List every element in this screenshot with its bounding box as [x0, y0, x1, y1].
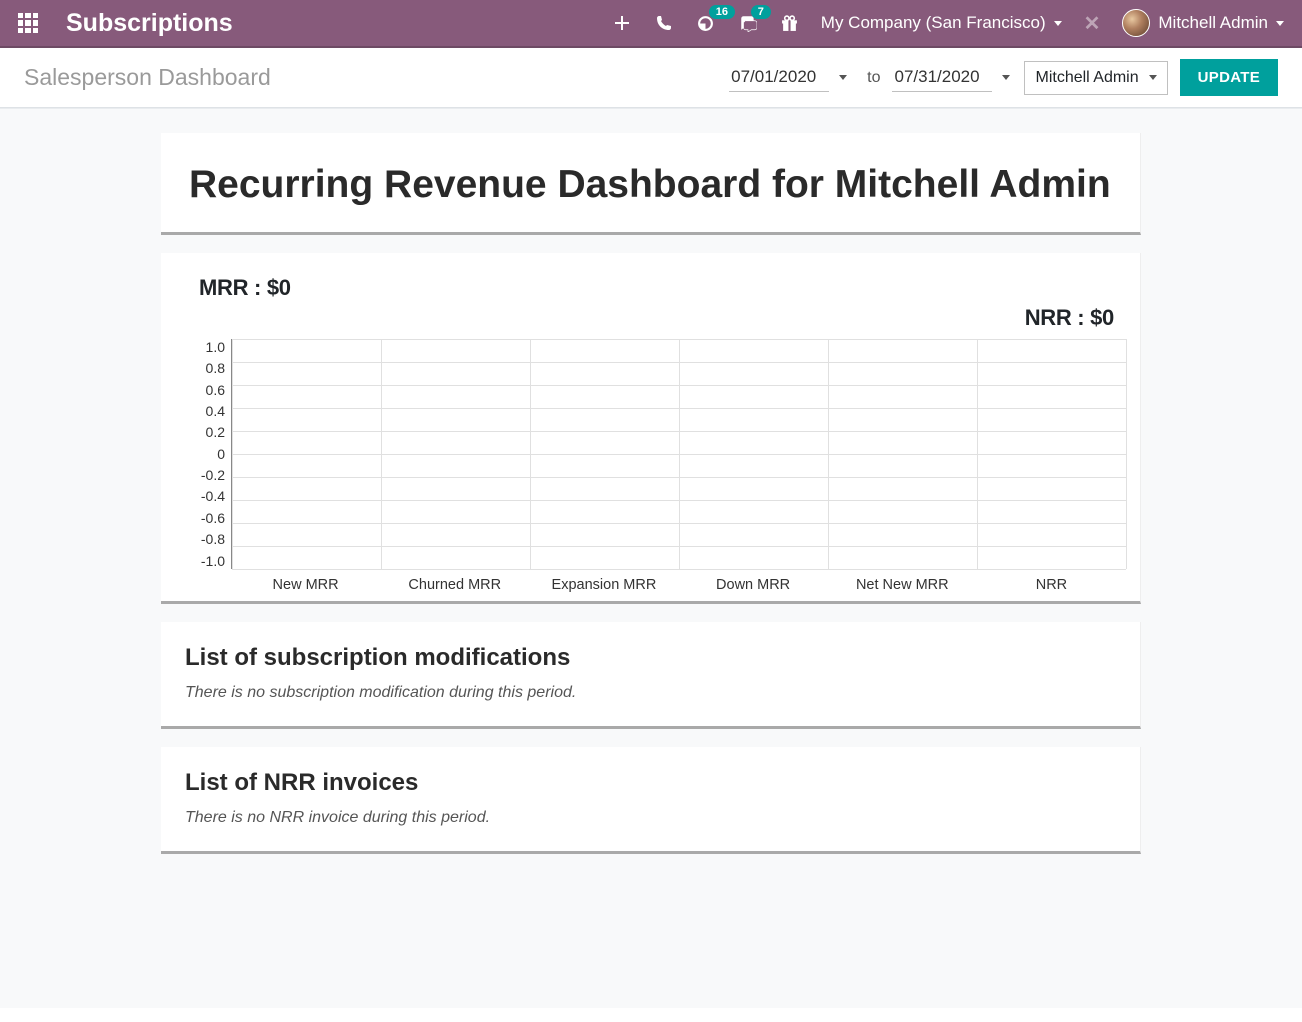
mods-empty-message: There is no subscription modification du…	[185, 684, 1116, 702]
y-tick: 0	[217, 446, 225, 462]
y-tick: 0.4	[206, 403, 225, 419]
update-button[interactable]: UPDATE	[1180, 59, 1278, 96]
breadcrumb: Salesperson Dashboard	[24, 64, 271, 91]
subscription-mods-section: List of subscription modifications There…	[161, 622, 1141, 729]
chevron-down-icon	[1054, 21, 1062, 26]
salesperson-value: Mitchell Admin	[1035, 69, 1138, 87]
salesperson-dropdown[interactable]: Mitchell Admin	[1024, 61, 1167, 95]
company-name: My Company (San Francisco)	[821, 13, 1046, 33]
date-to-input[interactable]	[892, 63, 992, 92]
x-tick: Expansion MRR	[529, 569, 678, 593]
x-tick: New MRR	[231, 569, 380, 593]
to-label: to	[867, 69, 880, 87]
new-icon[interactable]	[601, 0, 643, 47]
user-menu[interactable]: Mitchell Admin	[1112, 9, 1294, 37]
company-selector[interactable]: My Company (San Francisco)	[811, 13, 1072, 33]
x-tick: NRR	[977, 569, 1126, 593]
nrr-invoices-section: List of NRR invoices There is no NRR inv…	[161, 747, 1141, 854]
top-navbar: Subscriptions 16 7 My Company (San Franc…	[0, 0, 1302, 48]
nrr-empty-message: There is no NRR invoice during this peri…	[185, 809, 1116, 827]
chart-y-axis: 1.0 0.8 0.6 0.4 0.2 0 -0.2 -0.4 -0.6 -0.8 -1.0	[175, 339, 231, 569]
nrr-summary: NRR : $0	[175, 305, 1114, 331]
gift-icon[interactable]	[769, 0, 811, 47]
debug-toggle-icon[interactable]: ✕	[1072, 11, 1113, 36]
chevron-down-icon	[1149, 75, 1157, 80]
avatar	[1122, 9, 1150, 37]
y-tick: -0.4	[201, 488, 225, 504]
control-bar: Salesperson Dashboard to Mitchell Admin …	[0, 48, 1302, 108]
mrr-summary: MRR : $0	[199, 275, 1126, 301]
y-tick: 1.0	[206, 339, 225, 355]
y-tick: -1.0	[201, 553, 225, 569]
x-tick: Churned MRR	[380, 569, 529, 593]
main-content: Recurring Revenue Dashboard for Mitchell…	[0, 108, 1302, 1008]
phone-icon[interactable]	[643, 0, 685, 47]
y-tick: 0.8	[206, 360, 225, 376]
chart: 1.0 0.8 0.6 0.4 0.2 0 -0.2 -0.4 -0.6 -0.8 -1.0	[175, 339, 1126, 569]
chevron-down-icon[interactable]	[1002, 75, 1010, 80]
y-tick: 0.2	[206, 424, 225, 440]
y-tick: -0.2	[201, 467, 225, 483]
apps-menu-icon[interactable]	[8, 0, 48, 47]
nrr-title: List of NRR invoices	[185, 769, 1116, 797]
page-title: Recurring Revenue Dashboard for Mitchell…	[189, 161, 1112, 210]
activity-icon[interactable]: 16	[685, 0, 727, 47]
y-tick: -0.8	[201, 531, 225, 547]
date-from-input[interactable]	[729, 63, 829, 92]
date-to-wrap	[892, 63, 1010, 92]
y-tick: 0.6	[206, 382, 225, 398]
x-tick: Down MRR	[679, 569, 828, 593]
y-tick: -0.6	[201, 510, 225, 526]
chevron-down-icon[interactable]	[839, 75, 847, 80]
chart-plot-area	[231, 339, 1126, 569]
x-tick: Net New MRR	[828, 569, 977, 593]
chart-x-axis: New MRRChurned MRRExpansion MRRDown MRRN…	[231, 569, 1126, 593]
chart-card: MRR : $0 NRR : $0 1.0 0.8 0.6 0.4 0.2 0 -0.2 -0…	[161, 253, 1141, 604]
chevron-down-icon	[1276, 21, 1284, 26]
app-brand[interactable]: Subscriptions	[66, 9, 233, 38]
user-name: Mitchell Admin	[1158, 13, 1268, 33]
discuss-icon[interactable]: 7	[727, 0, 769, 47]
dashboard-header-card: Recurring Revenue Dashboard for Mitchell…	[161, 133, 1141, 235]
date-from-wrap	[729, 63, 847, 92]
mods-title: List of subscription modifications	[185, 644, 1116, 672]
